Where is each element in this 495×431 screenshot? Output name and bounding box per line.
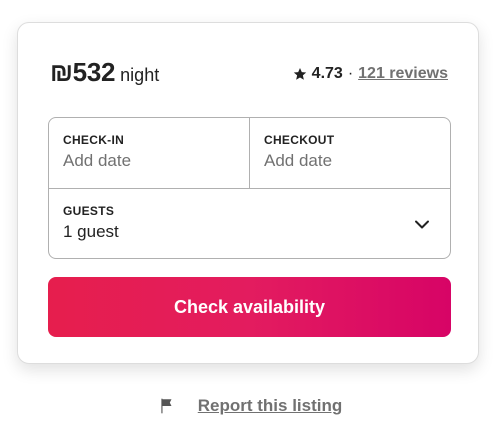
- rating-value: 4.73: [311, 65, 343, 82]
- check-in-field[interactable]: CHECK-IN Add date: [49, 118, 249, 188]
- report-listing[interactable]: Report this listing: [0, 396, 495, 416]
- check-availability-button[interactable]: Check availability: [48, 277, 451, 337]
- guests-value: 1 guest: [63, 222, 119, 241]
- report-listing-link[interactable]: Report this listing: [198, 396, 343, 416]
- nightly-price: ₪532: [50, 57, 116, 87]
- rating-separator: ·: [347, 65, 354, 82]
- check-in-label: CHECK-IN: [63, 133, 125, 147]
- guests-field[interactable]: GUESTS 1 guest: [49, 189, 450, 258]
- flag-icon: [161, 398, 172, 414]
- chevron-down-icon[interactable]: [414, 216, 430, 232]
- checkout-value: Add date: [264, 151, 333, 170]
- reservation-picker: CHECK-IN Add date CHECKOUT Add date GUES…: [48, 117, 451, 259]
- rating-summary: 4.73 · 121 reviews: [293, 65, 448, 83]
- check-in-value: Add date: [63, 151, 132, 170]
- guests-label: GUESTS: [63, 204, 115, 218]
- per-night-label: night: [120, 65, 160, 85]
- price-row: ₪532 night 4.73 · 121 reviews: [50, 57, 448, 91]
- star-icon: [293, 68, 306, 80]
- checkout-field[interactable]: CHECKOUT Add date: [249, 118, 450, 188]
- booking-card: ₪532 night 4.73 · 121 reviews CHECK-IN A…: [17, 22, 479, 364]
- reviews-link[interactable]: 121 reviews: [358, 65, 448, 83]
- checkout-label: CHECKOUT: [264, 133, 335, 147]
- price-wrap: ₪532 night: [50, 57, 159, 88]
- dates-row: CHECK-IN Add date CHECKOUT Add date: [49, 118, 450, 189]
